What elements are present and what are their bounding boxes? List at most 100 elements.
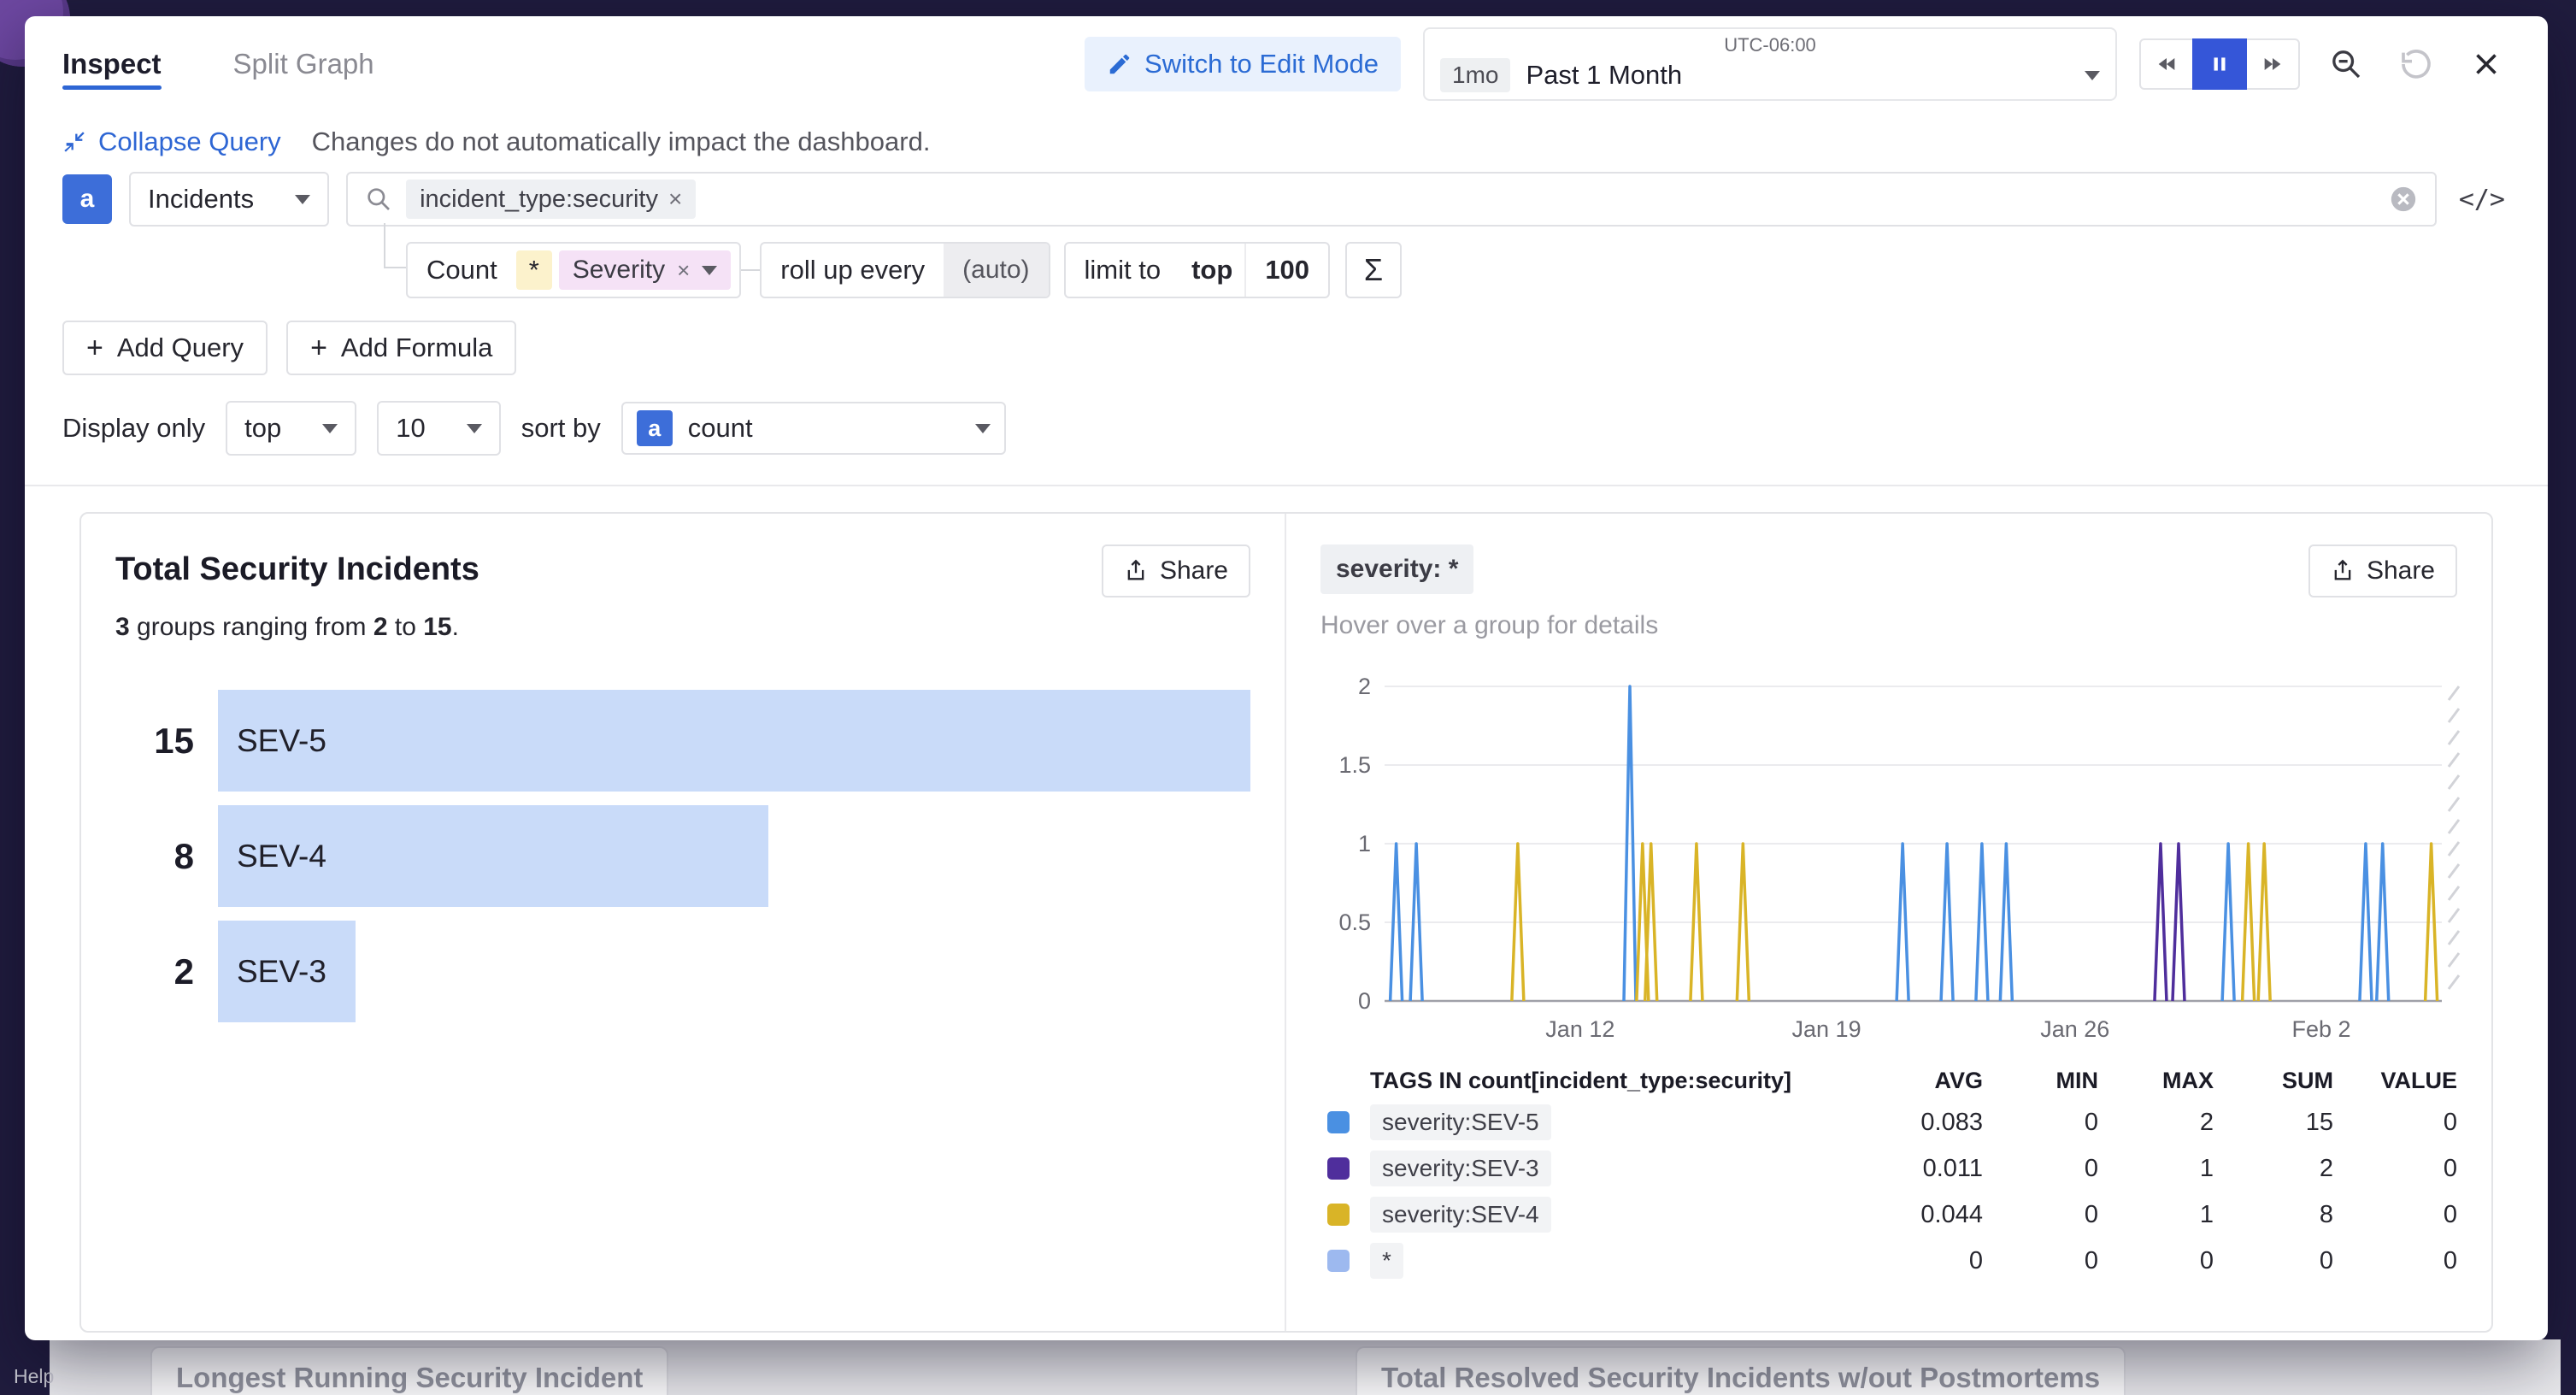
group-by-chip[interactable]: Severity ×: [559, 250, 732, 290]
col-header-min: MIN: [1983, 1068, 2098, 1094]
series-label[interactable]: severity:SEV-5: [1370, 1104, 1551, 1140]
tab-inspect[interactable]: Inspect: [62, 16, 162, 112]
header-controls: Switch to Edit Mode UTC-06:00 1mo Past 1…: [1085, 27, 2510, 101]
group-max: 15: [423, 613, 451, 641]
clear-search-icon[interactable]: [2389, 185, 2418, 214]
close-button[interactable]: [2462, 40, 2510, 88]
chevron-down-icon: [975, 424, 991, 433]
tags-table: TAGS IN count[incident_type:security] AV…: [1320, 1068, 2457, 1279]
add-query-button[interactable]: + Add Query: [62, 321, 268, 375]
bar-sev4[interactable]: SEV-4: [218, 805, 768, 907]
results-card: Total Security Incidents Share 3 groups …: [79, 512, 2493, 1333]
remove-tag-icon[interactable]: ×: [668, 187, 682, 211]
rewind-button[interactable]: [2139, 38, 2194, 90]
tab-split-graph[interactable]: Split Graph: [233, 16, 374, 112]
query-search-input[interactable]: incident_type:security ×: [346, 172, 2437, 227]
reset-button[interactable]: [2392, 40, 2440, 88]
sort-field-select[interactable]: a count: [621, 402, 1006, 455]
bar-value: 8: [115, 836, 218, 877]
data-source-value: Incidents: [148, 184, 254, 215]
svg-text:0.5: 0.5: [1338, 909, 1371, 935]
fast-forward-icon: [2261, 52, 2285, 76]
series-label[interactable]: severity:SEV-4: [1370, 1197, 1551, 1233]
cell-avg: 0.011: [1829, 1155, 1983, 1183]
svg-text:Jan 12: Jan 12: [1545, 1016, 1614, 1042]
time-range-badge: 1mo: [1440, 58, 1510, 92]
svg-text:1: 1: [1358, 831, 1371, 856]
remove-group-by-icon[interactable]: ×: [677, 257, 690, 284]
modal-tabs: Inspect Split Graph: [62, 16, 374, 112]
share-button[interactable]: Share: [1102, 544, 1250, 597]
background-widget-title: Total Resolved Security Incidents w/out …: [1381, 1362, 2100, 1393]
background-widget-title: Longest Running Security Incident: [176, 1362, 643, 1393]
help-link[interactable]: Help: [14, 1365, 54, 1388]
rollup-value[interactable]: (auto): [944, 244, 1048, 297]
svg-text:Jan 19: Jan 19: [1792, 1016, 1861, 1042]
query-letter-badge: a: [62, 174, 112, 224]
timeseries-chart[interactable]: 00.511.52Jan 12Jan 19Jan 26Feb 2: [1320, 666, 2457, 1051]
limit-value[interactable]: 100: [1244, 244, 1328, 297]
series-label[interactable]: severity:SEV-3: [1370, 1151, 1551, 1186]
playback-controls: [2139, 38, 2300, 90]
filter-tag-chip[interactable]: incident_type:security ×: [406, 180, 696, 219]
group-by-label: Severity: [573, 256, 665, 285]
sigma-aggregate-button[interactable]: Σ: [1345, 242, 1402, 298]
bar-sev5[interactable]: SEV-5: [218, 690, 1250, 792]
collapse-query-button[interactable]: Collapse Query: [62, 127, 281, 157]
add-formula-button[interactable]: + Add Formula: [286, 321, 516, 375]
time-range-label: Past 1 Month: [1526, 60, 1682, 91]
cell-min: 0: [1983, 1247, 2098, 1275]
cell-value: 0: [2333, 1155, 2457, 1183]
time-range-row: 1mo Past 1 Month: [1440, 58, 2100, 92]
cell-value: 0: [2333, 1201, 2457, 1229]
timeseries-panel-header: severity: * Share: [1320, 544, 2457, 597]
switch-to-edit-mode-button[interactable]: Switch to Edit Mode: [1085, 37, 1401, 91]
limit-group: limit to top 100: [1064, 242, 1331, 298]
tree-connector: [384, 223, 385, 268]
tab-split-graph-label: Split Graph: [233, 48, 374, 80]
bar-chart-panel: Total Security Incidents Share 3 groups …: [81, 514, 1286, 1331]
screen: Longest Running Security Incident Total …: [0, 0, 2576, 1395]
scope-chip[interactable]: severity: *: [1320, 544, 1473, 594]
inspect-modal: Inspect Split Graph Switch to Edit Mode …: [25, 16, 2548, 1340]
cell-min: 0: [1983, 1109, 2098, 1137]
share-label: Share: [2367, 556, 2435, 586]
bar-sev3[interactable]: SEV-3: [218, 921, 356, 1022]
bar-row: 2 SEV-3: [115, 921, 1250, 1022]
cell-sum: 15: [2214, 1109, 2333, 1137]
share-icon: [1124, 559, 1148, 583]
share-button[interactable]: Share: [2308, 544, 2457, 597]
series-swatch[interactable]: [1327, 1111, 1350, 1133]
sort-field-value: count: [688, 413, 753, 444]
fast-forward-button[interactable]: [2245, 38, 2300, 90]
summary-text: to: [388, 613, 424, 641]
code-view-button[interactable]: </>: [2454, 180, 2510, 220]
share-icon: [2331, 559, 2355, 583]
pause-button[interactable]: [2192, 38, 2247, 90]
query-row: a Incidents incident_type:security ×: [62, 172, 2510, 227]
limit-mode[interactable]: top: [1179, 244, 1244, 297]
cell-min: 0: [1983, 1201, 2098, 1229]
series-swatch[interactable]: [1327, 1204, 1350, 1226]
timeseries-panel: severity: * Share Hover over a group for…: [1286, 514, 2491, 1331]
data-source-select[interactable]: Incidents: [129, 172, 329, 227]
chevron-down-icon: [2085, 71, 2100, 80]
time-range-selector[interactable]: UTC-06:00 1mo Past 1 Month: [1423, 27, 2117, 101]
aggregation-function[interactable]: Count: [408, 244, 516, 297]
cell-avg: 0: [1829, 1247, 1983, 1275]
zoom-out-button[interactable]: [2322, 40, 2370, 88]
display-only-label: Display only: [62, 413, 205, 444]
timezone-label: UTC-06:00: [1440, 34, 2100, 56]
series-swatch[interactable]: [1327, 1157, 1350, 1180]
series-swatch[interactable]: [1327, 1250, 1350, 1272]
col-header-max: MAX: [2098, 1068, 2214, 1094]
metric-star-chip[interactable]: *: [516, 250, 552, 290]
display-count-select[interactable]: 10: [377, 401, 500, 456]
groups-summary: 3 groups ranging from 2 to 15.: [115, 613, 1250, 642]
query-subheader: Collapse Query Changes do not automatica…: [25, 112, 2548, 172]
cell-sum: 2: [2214, 1155, 2333, 1183]
series-label[interactable]: *: [1370, 1243, 1403, 1279]
col-header-avg: AVG: [1829, 1068, 1983, 1094]
display-mode-select[interactable]: top: [226, 401, 356, 456]
cell-max: 1: [2098, 1155, 2214, 1183]
